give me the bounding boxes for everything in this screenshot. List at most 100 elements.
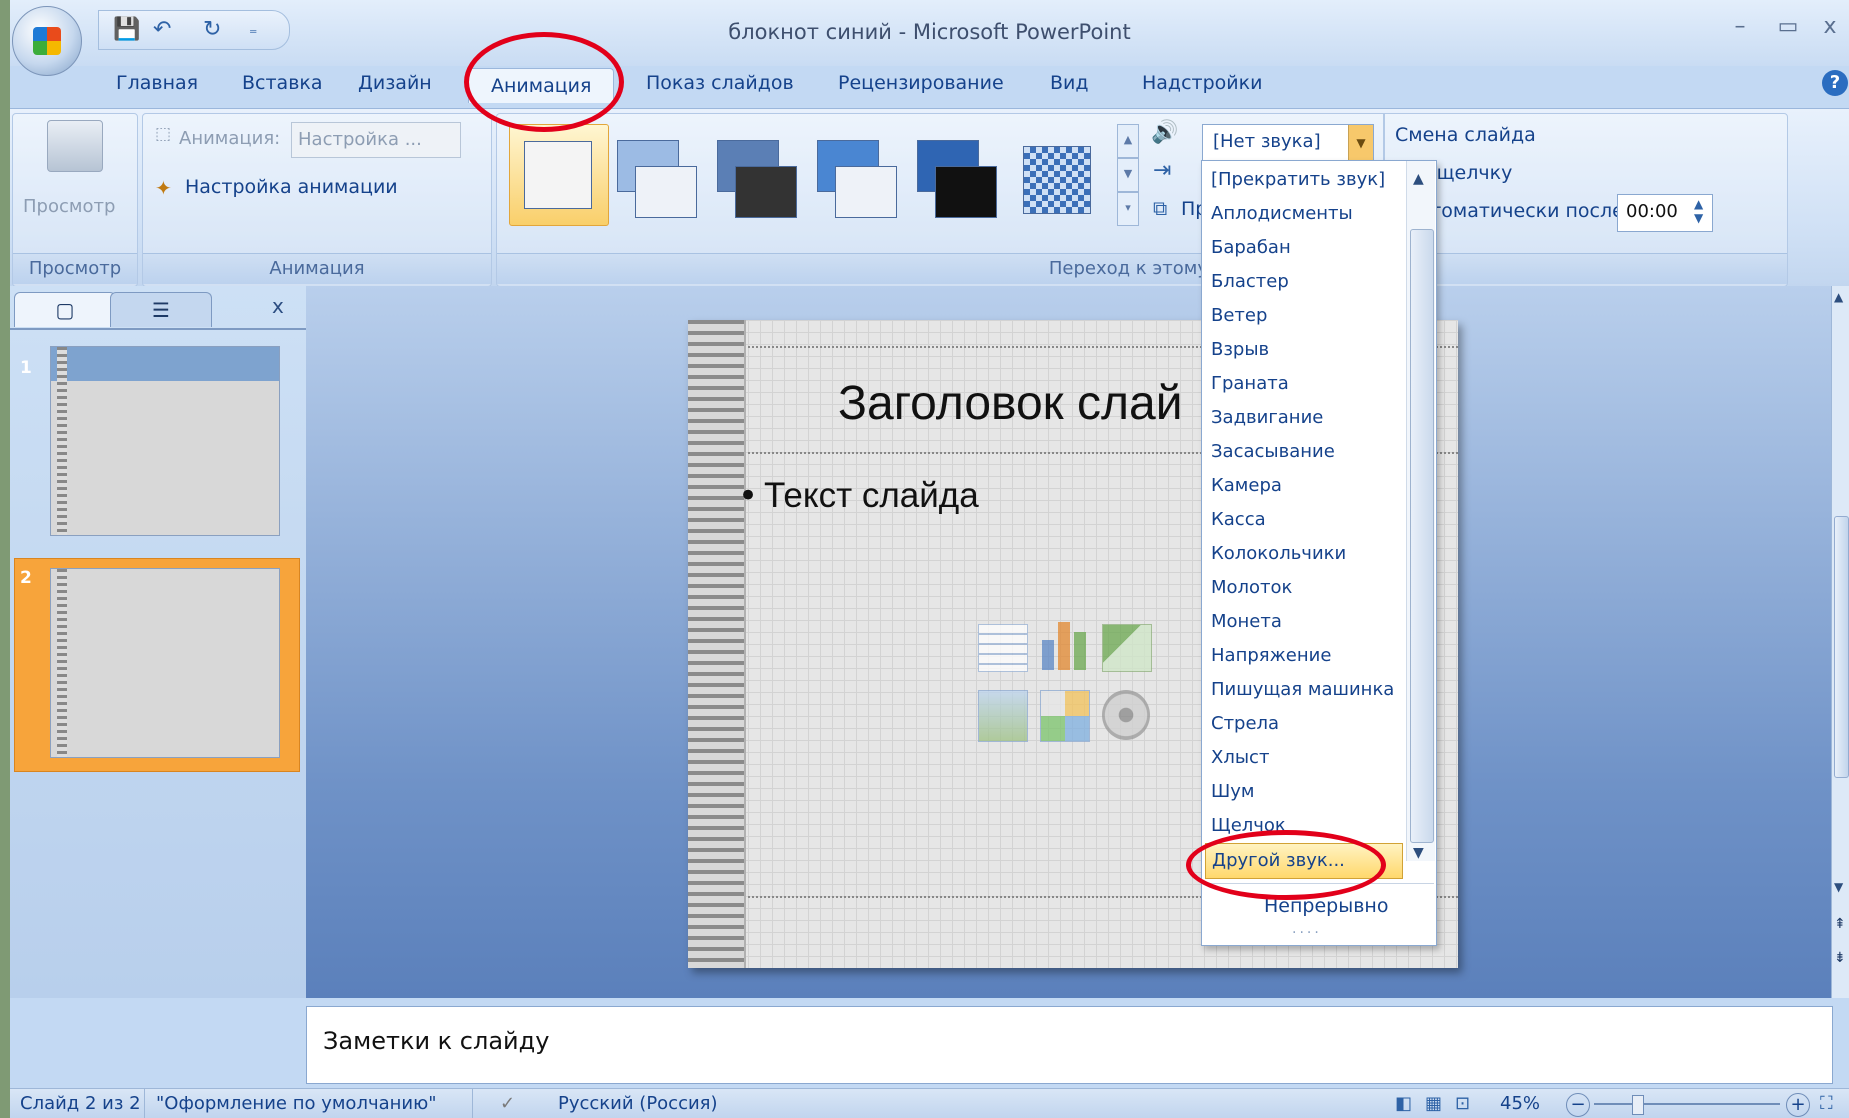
tab-animation[interactable]: Анимация — [468, 68, 615, 103]
transition-dark-thumb[interactable] — [709, 132, 807, 232]
previous-slide-icon[interactable]: ⇞ — [1834, 916, 1846, 932]
sound-option[interactable]: Аплодисменты — [1202, 197, 1411, 231]
sound-option[interactable]: Хлыст — [1202, 741, 1411, 775]
sound-option[interactable]: Задвигание — [1202, 401, 1411, 435]
notes-pane[interactable]: Заметки к слайду — [306, 1006, 1833, 1084]
sound-option[interactable]: Засасывание — [1202, 435, 1411, 469]
transition-push-thumb[interactable] — [809, 132, 907, 232]
resize-grip-icon[interactable]: ···· — [1292, 925, 1322, 941]
tab-view[interactable]: Вид — [1050, 72, 1089, 94]
tab-addins[interactable]: Надстройки — [1142, 72, 1262, 94]
slideshow-view-icon[interactable]: ⊡ — [1455, 1093, 1470, 1114]
gallery-more-button[interactable]: ▾ — [1117, 192, 1139, 226]
tab-design[interactable]: Дизайн — [358, 72, 432, 94]
transition-black-thumb[interactable] — [909, 132, 1007, 232]
insert-chart-icon[interactable] — [1040, 618, 1088, 670]
sound-option[interactable]: Граната — [1202, 367, 1411, 401]
insert-table-icon[interactable] — [978, 624, 1028, 672]
customize-qat-icon[interactable]: ₌ — [249, 19, 257, 38]
close-button[interactable]: x — [1810, 14, 1849, 46]
outline-tab[interactable]: ☰ — [110, 292, 212, 327]
zoom-out-button[interactable]: − — [1566, 1093, 1590, 1117]
tab-review[interactable]: Рецензирование — [838, 72, 1004, 94]
scroll-up-icon[interactable]: ▲ — [1834, 290, 1843, 304]
help-icon[interactable]: ? — [1822, 70, 1848, 96]
fit-to-window-icon[interactable]: ⛶ — [1820, 1093, 1833, 1114]
undo-icon[interactable]: ↶ — [153, 17, 171, 42]
zoom-slider-thumb[interactable] — [1632, 1095, 1644, 1115]
slide-thumbnail-1[interactable] — [50, 346, 280, 536]
slide-body-placeholder[interactable]: Текст слайда — [764, 476, 979, 516]
dropdown-scrollbar[interactable]: ▲ ▼ — [1406, 161, 1435, 861]
insert-picture-icon[interactable] — [978, 690, 1028, 742]
preview-icon — [47, 120, 103, 172]
sound-option[interactable]: Ветер — [1202, 299, 1411, 333]
sound-option[interactable]: Бластер — [1202, 265, 1411, 299]
sound-option[interactable]: Касса — [1202, 503, 1411, 537]
sound-option[interactable]: Камера — [1202, 469, 1411, 503]
transition-none-thumb[interactable] — [509, 124, 609, 226]
sound-option[interactable]: Взрыв — [1202, 333, 1411, 367]
gallery-down-button[interactable]: ▼ — [1117, 158, 1139, 192]
transition-dissolve-thumb[interactable] — [1009, 132, 1107, 232]
transition-group: ▲ ▼ ▾ 🔊 ⇥ ⧉ Пр [Нет звука] ▼ Смена слайд… — [496, 113, 1788, 287]
save-icon[interactable]: 💾 — [113, 17, 140, 42]
sound-option[interactable]: Барабан — [1202, 231, 1411, 265]
tab-slideshow[interactable]: Показ слайдов — [646, 72, 794, 94]
vertical-scrollbar[interactable]: ▲ ▼ ⇞ ⇟ — [1831, 286, 1849, 998]
sound-option[interactable]: Стрела — [1202, 707, 1411, 741]
transition-fade-thumb[interactable] — [609, 132, 707, 232]
sound-option[interactable]: Пишущая машинка — [1202, 673, 1411, 707]
animation-select[interactable]: Настройка ... — [291, 122, 461, 158]
tab-insert[interactable]: Вставка — [242, 72, 323, 94]
auto-after-time-value: 00:00 — [1626, 201, 1678, 222]
normal-view-icon[interactable]: ◧ — [1395, 1093, 1412, 1114]
loop-checkbox-option[interactable]: Непрерывно — [1264, 895, 1388, 917]
scroll-up-icon[interactable]: ▲ — [1413, 171, 1424, 187]
custom-animation-button[interactable]: Настройка анимации — [185, 176, 398, 198]
gallery-up-button[interactable]: ▲ — [1117, 124, 1139, 158]
insert-media-icon[interactable] — [1102, 690, 1150, 740]
apply-to-all-icon: ⧉ — [1153, 196, 1168, 220]
auto-after-time-input[interactable]: 00:00 ▲ ▼ — [1617, 194, 1713, 232]
sound-option[interactable]: Колокольчики — [1202, 537, 1411, 571]
close-panel-button[interactable]: x — [272, 294, 284, 318]
zoom-in-button[interactable]: + — [1786, 1093, 1810, 1117]
restore-button[interactable]: ▭ — [1768, 14, 1808, 46]
slide-thumbnail-2[interactable] — [50, 568, 280, 758]
tab-home[interactable]: Главная — [116, 72, 198, 94]
sound-option[interactable]: Монета — [1202, 605, 1411, 639]
next-slide-icon[interactable]: ⇟ — [1834, 950, 1846, 966]
zoom-level[interactable]: 45% — [1500, 1093, 1540, 1114]
scroll-down-icon[interactable]: ▼ — [1834, 880, 1843, 894]
auto-after-checkbox-label[interactable]: втоматически после: — [1419, 200, 1630, 222]
language-status[interactable]: Русский (Россия) — [558, 1093, 718, 1114]
redo-icon[interactable]: ↻ — [203, 17, 221, 42]
sound-option[interactable]: Напряжение — [1202, 639, 1411, 673]
scroll-down-icon[interactable]: ▼ — [1413, 845, 1424, 861]
time-spinner-icon[interactable]: ▲ ▼ — [1694, 197, 1703, 225]
sound-option[interactable]: Щелчок — [1202, 809, 1411, 837]
zoom-slider[interactable] — [1594, 1103, 1780, 1105]
transition-group-label: Переход к этому сл — [497, 253, 1787, 284]
spellcheck-icon[interactable]: ✓ — [500, 1093, 515, 1114]
slide-title-placeholder[interactable]: Заголовок слай — [838, 376, 1183, 431]
other-sound-option[interactable]: Другой звук... — [1205, 843, 1403, 879]
content-placeholder-icons — [978, 618, 1152, 748]
scrollbar-thumb[interactable] — [1410, 229, 1434, 843]
sound-option[interactable]: [Прекратить звук] — [1202, 163, 1411, 197]
theme-status[interactable]: "Оформление по умолчанию" — [156, 1093, 437, 1114]
sound-option[interactable]: Молоток — [1202, 571, 1411, 605]
insert-smartart-icon[interactable] — [1102, 624, 1152, 672]
office-logo-icon — [33, 27, 61, 55]
slides-tab[interactable]: ▢ — [14, 292, 116, 327]
chevron-down-icon[interactable]: ▼ — [1348, 125, 1373, 161]
slide-sorter-icon[interactable]: ▦ — [1425, 1093, 1442, 1114]
outline-tab-icon: ☰ — [152, 298, 170, 322]
insert-clipart-icon[interactable] — [1040, 690, 1090, 742]
scrollbar-thumb[interactable] — [1834, 516, 1849, 778]
preview-button[interactable]: Просмотр — [23, 196, 115, 217]
sound-option[interactable]: Шум — [1202, 775, 1411, 809]
transition-sound-select[interactable]: [Нет звука] ▼ — [1202, 124, 1374, 162]
minimize-button[interactable]: – — [1720, 14, 1760, 46]
